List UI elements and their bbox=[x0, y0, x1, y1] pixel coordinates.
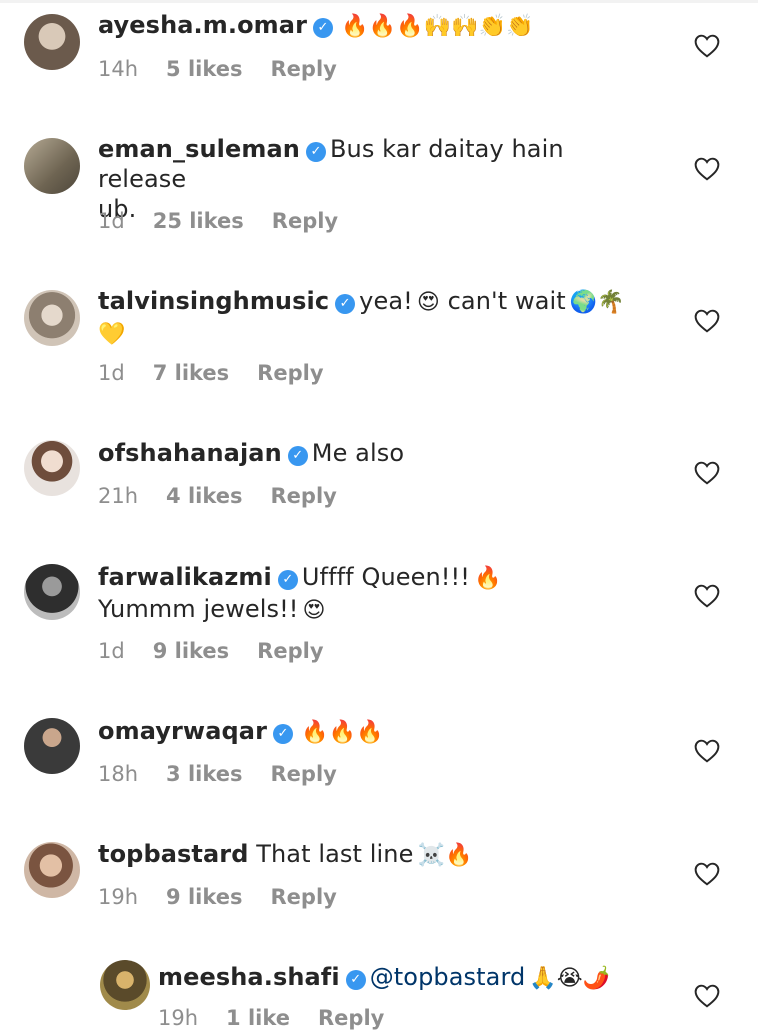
reply-button[interactable]: Reply bbox=[257, 361, 323, 385]
username[interactable]: ofshahanajan bbox=[98, 439, 282, 467]
comment-emoji-line2: 😍 bbox=[302, 598, 326, 623]
verified-icon: ✓ bbox=[305, 142, 326, 162]
verified-icon: ✓ bbox=[345, 970, 366, 990]
comment-time: 1d bbox=[98, 361, 125, 385]
comment-emoji-b: 🌍🌴 bbox=[569, 290, 625, 315]
mention-link[interactable]: @topbastard bbox=[370, 963, 526, 991]
heart-icon[interactable] bbox=[694, 157, 720, 181]
comment-time: 19h bbox=[98, 885, 139, 909]
avatar[interactable] bbox=[24, 138, 80, 194]
likes-count[interactable]: 1 like bbox=[226, 1006, 290, 1030]
avatar[interactable] bbox=[24, 842, 80, 898]
username[interactable]: talvinsinghmusic bbox=[98, 287, 329, 315]
reply-button[interactable]: Reply bbox=[271, 484, 337, 508]
avatar[interactable] bbox=[100, 960, 150, 1010]
comment-text: Me also bbox=[311, 439, 405, 467]
top-divider bbox=[0, 0, 758, 3]
reply-button[interactable]: Reply bbox=[271, 57, 337, 81]
verified-icon: ✓ bbox=[277, 570, 298, 590]
likes-count[interactable]: 9 likes bbox=[153, 639, 229, 663]
likes-count[interactable]: 3 likes bbox=[166, 762, 242, 786]
verified-icon: ✓ bbox=[335, 294, 356, 314]
heart-icon[interactable] bbox=[694, 984, 720, 1008]
verified-icon: ✓ bbox=[273, 724, 294, 744]
comment-time: 19h bbox=[158, 1006, 199, 1030]
comment-time: 1d bbox=[98, 209, 125, 233]
comment-emoji: ☠️🔥 bbox=[417, 843, 473, 868]
comment-text-line2: Yummm jewels!! bbox=[98, 595, 299, 623]
reply-button[interactable]: Reply bbox=[271, 762, 337, 786]
username[interactable]: meesha.shafi bbox=[158, 963, 340, 991]
heart-icon[interactable] bbox=[694, 309, 720, 333]
reply-button[interactable]: Reply bbox=[272, 209, 338, 233]
avatar[interactable] bbox=[24, 718, 80, 774]
username[interactable]: ayesha.m.omar bbox=[98, 11, 307, 39]
heart-icon[interactable] bbox=[694, 862, 720, 886]
reply-button[interactable]: Reply bbox=[318, 1006, 384, 1030]
comment-text: Uffff Queen!!! bbox=[301, 563, 470, 591]
heart-icon[interactable] bbox=[694, 739, 720, 763]
username[interactable]: eman_suleman bbox=[98, 135, 300, 163]
heart-icon[interactable] bbox=[694, 34, 720, 58]
comment-emoji: 🙏😭🌶️ bbox=[529, 966, 611, 991]
comment-emoji: 🔥🔥🔥 bbox=[301, 720, 384, 745]
likes-count[interactable]: 9 likes bbox=[166, 885, 242, 909]
avatar[interactable] bbox=[24, 440, 80, 496]
comment-text: That last line bbox=[256, 840, 414, 868]
likes-count[interactable]: 7 likes bbox=[153, 361, 229, 385]
heart-icon[interactable] bbox=[694, 584, 720, 608]
comment-time: 1d bbox=[98, 639, 125, 663]
comment-text: yea! bbox=[359, 287, 413, 315]
comment-emoji: 🔥🔥🔥🙌🙌👏👏 bbox=[341, 14, 534, 39]
likes-count[interactable]: 4 likes bbox=[166, 484, 242, 508]
username[interactable]: topbastard bbox=[98, 840, 248, 868]
heart-icon[interactable] bbox=[694, 461, 720, 485]
comment-emoji: 😍 bbox=[416, 290, 440, 315]
verified-icon: ✓ bbox=[313, 18, 334, 38]
comment-time: 18h bbox=[98, 762, 139, 786]
reply-button[interactable]: Reply bbox=[257, 639, 323, 663]
comment-emoji-line2: 💛 bbox=[98, 322, 126, 347]
comment-time: 21h bbox=[98, 484, 139, 508]
likes-count[interactable]: 25 likes bbox=[153, 209, 244, 233]
verified-icon: ✓ bbox=[287, 446, 308, 466]
avatar[interactable] bbox=[24, 564, 80, 620]
username[interactable]: farwalikazmi bbox=[98, 563, 272, 591]
likes-count[interactable]: 5 likes bbox=[166, 57, 242, 81]
comment-text-b: can't wait bbox=[447, 287, 566, 315]
avatar[interactable] bbox=[24, 14, 80, 70]
avatar[interactable] bbox=[24, 290, 80, 346]
comment-time: 14h bbox=[98, 57, 139, 81]
comment-emoji: 🔥 bbox=[473, 566, 502, 591]
username[interactable]: omayrwaqar bbox=[98, 717, 267, 745]
reply-button[interactable]: Reply bbox=[271, 885, 337, 909]
